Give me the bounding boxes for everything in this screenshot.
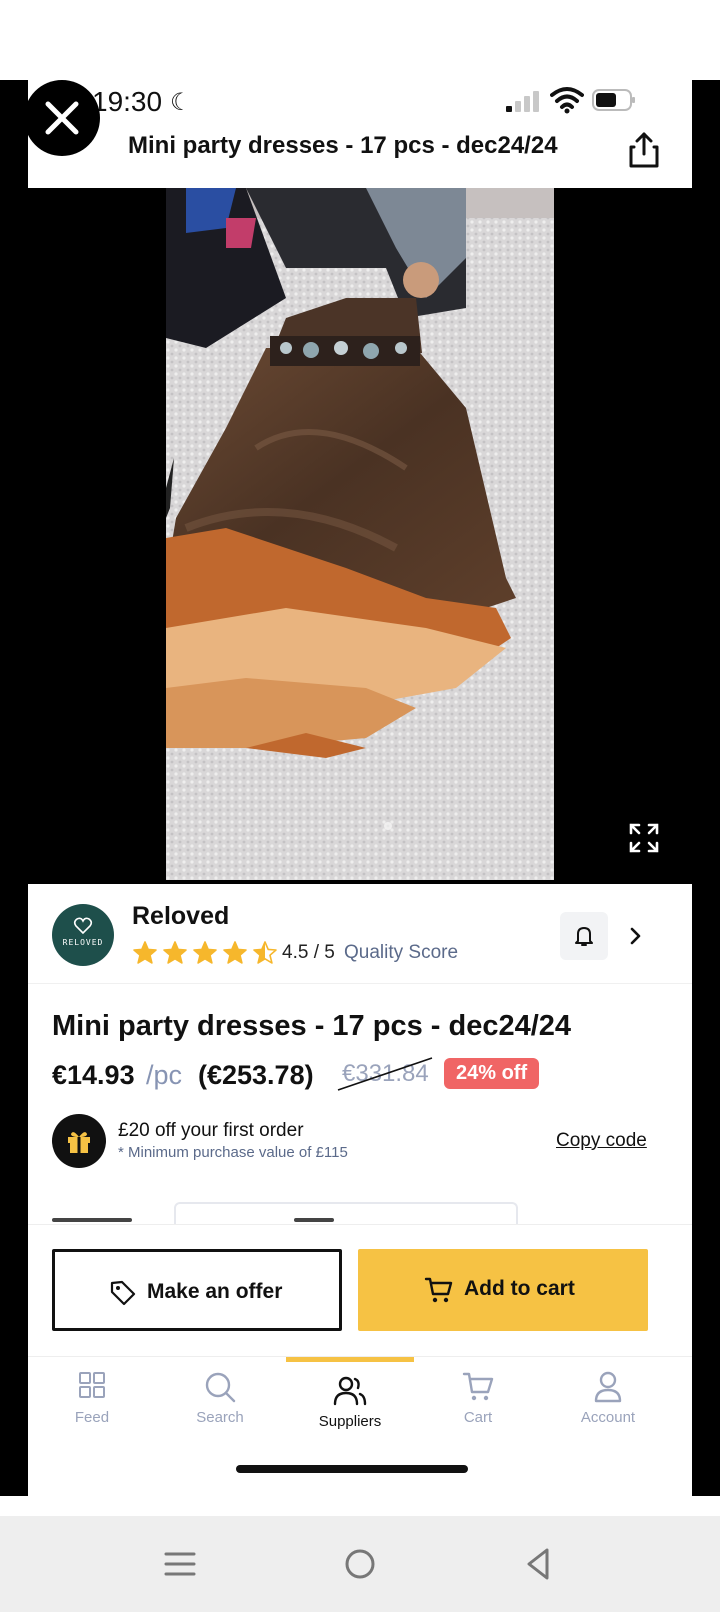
close-button[interactable] [24,80,100,156]
cart-icon [462,1372,494,1401]
gift-icon [52,1114,106,1168]
close-icon [45,101,79,135]
unit-suffix: /pc [146,1060,183,1090]
back-icon[interactable] [516,1542,560,1586]
product-title: Mini party dresses - 17 pcs - dec24/24 [52,1010,572,1042]
expand-icon[interactable] [628,822,660,854]
home-indicator[interactable] [236,1465,468,1473]
heart-icon [73,917,93,935]
promo-row: £20 off your first order * Minimum purch… [52,1114,668,1170]
product-photo[interactable] [166,188,554,880]
tag-icon [110,1280,136,1306]
top-blank-area [0,0,720,80]
tab-label: Cart [463,1409,493,1426]
tab-label: Feed [74,1409,110,1426]
tab-suppliers[interactable]: Suppliers [286,1357,414,1457]
home-icon[interactable] [338,1542,382,1586]
tab-search[interactable]: Search [156,1357,284,1457]
user-icon [594,1371,622,1403]
quantity-value-peek [294,1218,334,1222]
page-title: Mini party dresses - 17 pcs - dec24/24 [128,132,558,159]
seller-row[interactable]: RELOVED Reloved 4.5 / 5 Quality Score [28,884,692,984]
signal-icon [506,90,540,112]
strikethrough-line [337,1057,433,1091]
tab-cart[interactable]: Cart [414,1357,542,1457]
seller-logo-text: RELOVED [62,938,104,947]
copy-code-link[interactable]: Copy code [556,1130,647,1152]
users-icon [333,1376,367,1406]
quality-score-label: Quality Score [344,942,459,963]
bottom-tab-bar: Feed Search Suppliers Cart Account [28,1356,692,1496]
search-icon [205,1372,236,1403]
share-icon[interactable] [624,130,664,170]
active-tab-indicator [286,1357,414,1362]
recent-apps-icon[interactable] [158,1542,202,1586]
rating-stars [132,940,278,966]
quantity-label-peek [52,1218,132,1222]
promo-subtitle: * Minimum purchase value of £115 [118,1144,348,1161]
add-to-cart-button[interactable]: Add to cart [358,1249,648,1331]
make-offer-button[interactable]: Make an offer [52,1249,342,1331]
promo-title: £20 off your first order [118,1120,304,1141]
tab-label: Suppliers [318,1413,382,1430]
tab-account[interactable]: Account [544,1357,672,1457]
app-screen: 19:30 ☾ Mini party dresses - 17 pcs - de… [28,80,692,1496]
star-icon [253,941,277,964]
tab-label: Account [580,1409,636,1426]
star-icon [133,941,157,964]
battery-icon [592,89,635,111]
grid-icon [79,1372,105,1398]
star-icon [223,941,247,964]
seller-name[interactable]: Reloved [132,902,229,931]
add-to-cart-label: Add to cart [464,1277,575,1300]
discount-badge: 24% off [444,1058,540,1089]
tab-feed[interactable]: Feed [28,1357,156,1457]
rating-value: 4.5 / 5 [282,942,335,963]
wifi-icon [550,87,584,114]
moon-icon: ☾ [170,89,192,116]
bell-icon [575,927,593,946]
total-price: (€253.78) [198,1060,314,1090]
star-icon [193,941,217,964]
carousel-indicator [384,822,392,830]
title-bar: Mini party dresses - 17 pcs - dec24/24 [28,122,692,188]
status-bar: 19:30 ☾ [28,80,692,122]
product-panel: RELOVED Reloved 4.5 / 5 Quality Score Mi… [28,884,692,1496]
make-offer-label: Make an offer [147,1280,283,1303]
action-bar: Make an offer Add to cart [28,1224,692,1356]
chevron-right-icon[interactable] [626,922,646,950]
status-time: 19:30 [92,86,163,117]
seller-logo: RELOVED [52,904,114,966]
android-navigation-bar [0,1516,720,1612]
cart-icon [424,1277,453,1303]
follow-bell-button[interactable] [560,912,608,960]
unit-price: €14.93 [52,1060,135,1090]
star-icon [163,941,187,964]
tab-label: Search [196,1409,244,1426]
